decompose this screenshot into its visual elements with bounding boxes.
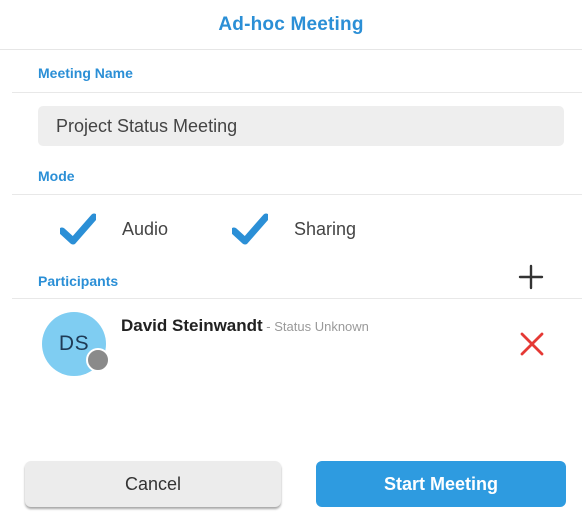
close-icon[interactable] (518, 330, 546, 358)
checkmark-icon (232, 213, 268, 245)
divider (12, 298, 582, 299)
meeting-name-input[interactable] (38, 106, 564, 146)
dialog-title: Ad-hoc Meeting (218, 13, 364, 35)
participant-item: DS David Steinwandt - Status Unknown (0, 300, 582, 390)
divider (12, 92, 582, 93)
avatar-initials: DS (58, 332, 90, 355)
participant-info: David Steinwandt - Status Unknown (121, 316, 369, 336)
audio-checkbox[interactable]: Audio (60, 212, 168, 246)
sharing-checkbox[interactable]: Sharing (232, 212, 356, 246)
participant-status: - Status Unknown (262, 319, 369, 334)
mode-label: Mode (38, 168, 75, 184)
cancel-button[interactable]: Cancel (25, 461, 281, 507)
divider (12, 194, 582, 195)
participants-label: Participants (38, 273, 119, 289)
dialog-header: Ad-hoc Meeting (0, 0, 582, 50)
start-meeting-button[interactable]: Start Meeting (316, 461, 566, 507)
checkmark-icon (60, 213, 96, 245)
plus-icon[interactable] (516, 262, 546, 292)
participant-name: David Steinwandt (121, 316, 263, 335)
audio-label: Audio (122, 218, 169, 239)
sharing-label: Sharing (294, 218, 357, 239)
meeting-name-label: Meeting Name (38, 65, 133, 81)
presence-status-icon (86, 348, 110, 372)
